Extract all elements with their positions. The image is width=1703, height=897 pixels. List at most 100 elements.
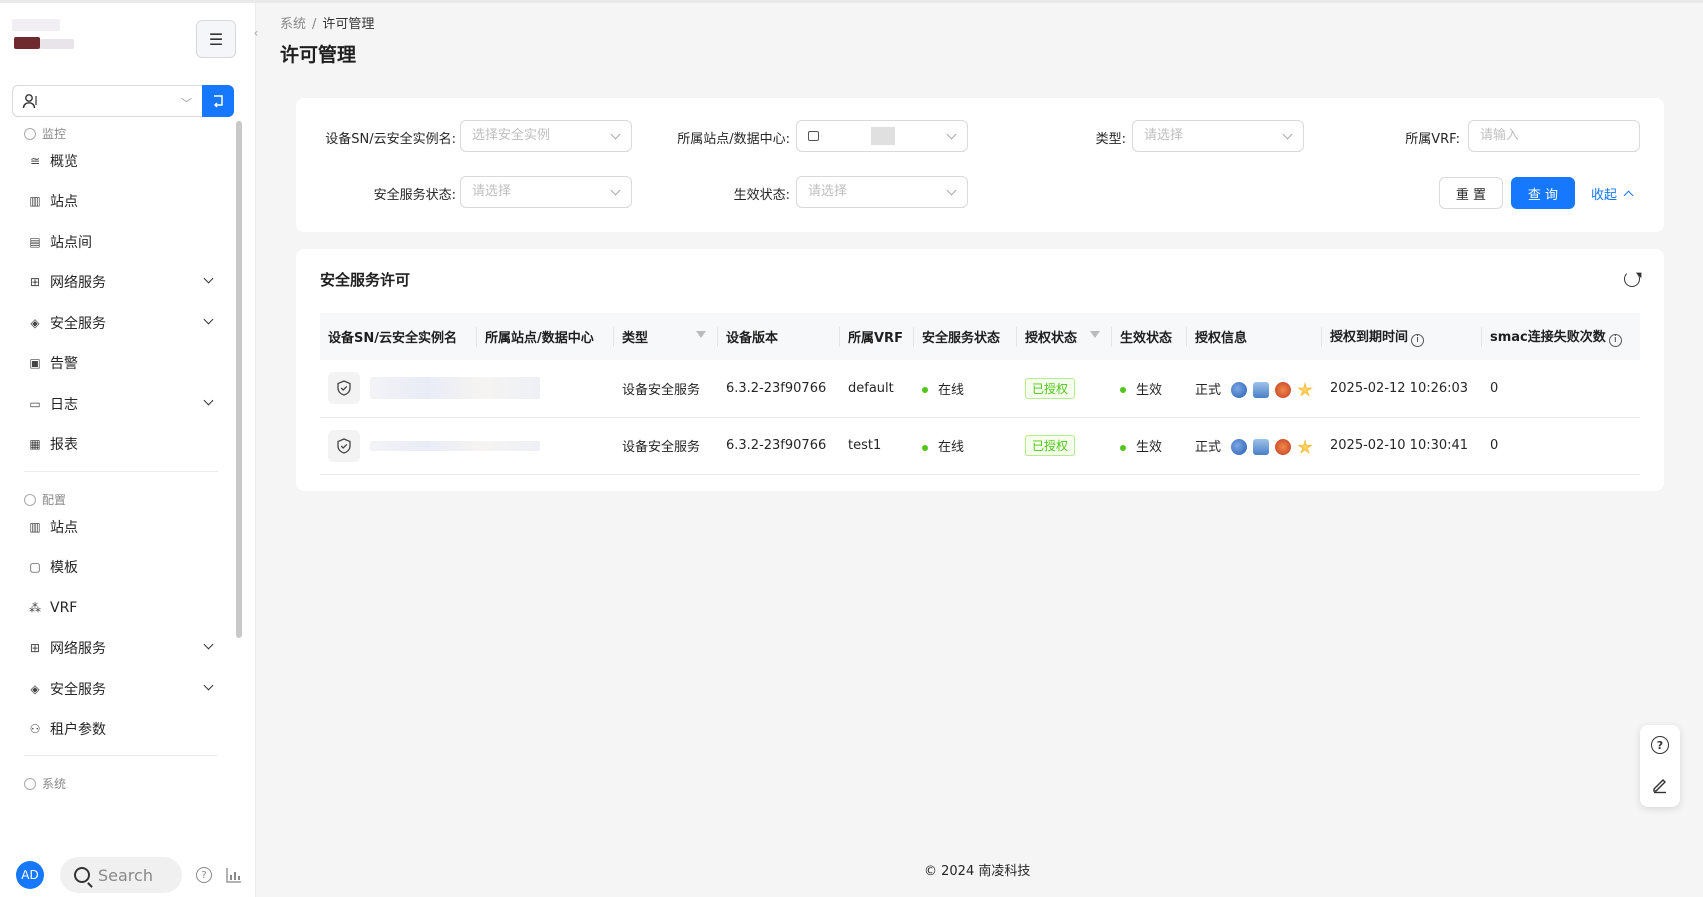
col-version: 设备版本 <box>718 313 840 360</box>
license-table: 设备SN/云安全实例名 所属站点/数据中心 类型 设备版本 所属VRF 安全服务… <box>320 313 1640 475</box>
user-icon <box>22 94 37 109</box>
chevron-down-icon <box>203 680 214 691</box>
sidebar-item-security-service[interactable]: ◈ 安全服务 <box>28 305 218 341</box>
filter-icon[interactable] <box>696 331 706 338</box>
sidebar-item-config-site[interactable]: ▥ 站点 <box>28 509 218 545</box>
chevron-down-icon <box>203 395 214 406</box>
sidebar-item-config-network-service[interactable]: ⊞ 网络服务 <box>28 630 218 666</box>
license-virus-icon <box>1275 439 1292 456</box>
status-dot <box>922 444 928 451</box>
help-icon[interactable]: ? <box>1651 736 1669 754</box>
sidebar-item-overview[interactable]: ≅ 概览 <box>28 143 218 179</box>
footer-copyright: © 2024 南凌科技 <box>924 864 1031 879</box>
sidebar-item-report[interactable]: ▦ 报表 <box>28 426 218 462</box>
lock-icon <box>808 130 819 141</box>
scrollbar-thumb[interactable] <box>236 121 242 638</box>
cell-expire: 2025-02-10 10:30:41 <box>1322 417 1482 475</box>
chevron-down-icon <box>946 129 957 140</box>
security-service-icon: ◈ <box>30 316 40 330</box>
template-icon: ▢ <box>29 560 41 574</box>
col-effect-status: 生效状态 <box>1112 313 1187 360</box>
reset-button[interactable]: 重 置 <box>1439 177 1503 209</box>
status-badge: 已授权 <box>1025 435 1076 456</box>
cell-sn-site <box>320 417 614 475</box>
license-mail-icon <box>1253 382 1270 398</box>
cell-effect-status: 生效 <box>1112 360 1187 418</box>
cell-auth-status: 已授权 <box>1017 417 1112 475</box>
chevron-down-icon <box>610 185 621 196</box>
query-button[interactable]: 查 询 <box>1511 177 1575 209</box>
status-badge: 已授权 <box>1025 377 1076 399</box>
tenant-select[interactable]: ﹀ <box>12 85 202 117</box>
vrf-icon: ⁂ <box>29 601 41 615</box>
sidebar-item-vrf[interactable]: ⁂ VRF <box>28 590 218 626</box>
chevron-down-icon <box>203 639 214 650</box>
sidebar-item-config-security-service[interactable]: ◈ 安全服务 <box>28 671 218 707</box>
menu-icon[interactable]: ☰ <box>196 20 236 58</box>
monitor-icon <box>24 127 36 140</box>
section-system: 系统 <box>24 775 66 792</box>
config-icon <box>24 493 36 506</box>
status-dot <box>1120 444 1126 451</box>
vrf-input[interactable]: 请输入 <box>1468 120 1640 152</box>
refresh-icon[interactable] <box>1624 271 1640 287</box>
chart-icon[interactable] <box>226 867 242 883</box>
site-icon: ▥ <box>29 520 41 534</box>
tenant-param-icon: ⚇ <box>29 722 41 736</box>
chevron-up-icon <box>1623 190 1634 200</box>
effect-status-label: 生效状态: <box>733 188 790 203</box>
site-select[interactable] <box>796 120 968 152</box>
chevron-down-icon <box>946 185 957 196</box>
license-star-icon <box>1297 382 1313 397</box>
cell-smac-fail: 0 <box>1482 417 1640 475</box>
service-status-select[interactable]: 请选择 <box>460 176 632 208</box>
search-icon <box>74 867 90 883</box>
breadcrumb-current: 许可管理 <box>322 17 375 32</box>
chevron-down-icon <box>203 273 214 284</box>
col-expire: 授权到期时间 i <box>1322 313 1482 360</box>
breadcrumb-parent[interactable]: 系统 <box>280 17 306 32</box>
sidebar-item-template[interactable]: ▢ 模板 <box>28 549 218 585</box>
avatar[interactable]: AD <box>16 861 44 889</box>
type-select[interactable]: 请选择 <box>1132 120 1304 152</box>
info-icon[interactable]: i <box>1411 334 1425 347</box>
security-service-icon: ◈ <box>30 682 40 696</box>
report-icon: ▦ <box>29 437 41 451</box>
cell-vrf: test1 <box>840 417 914 475</box>
log-icon: ▭ <box>29 397 41 411</box>
table-row[interactable]: 设备安全服务 6.3.2-23f90766 default 在线 已授权 生效 … <box>320 360 1640 418</box>
edit-icon[interactable] <box>1651 776 1669 794</box>
shield-icon <box>328 372 360 405</box>
info-icon[interactable]: i <box>1608 334 1622 347</box>
cell-smac-fail: 0 <box>1482 360 1640 418</box>
sn-select[interactable]: 选择安全实例 <box>460 120 632 152</box>
sn-label: 设备SN/云安全实例名: <box>325 132 456 147</box>
effect-status-select[interactable]: 请选择 <box>796 176 968 208</box>
logo <box>12 17 152 57</box>
cell-service-status: 在线 <box>914 417 1017 475</box>
col-vrf: 所属VRF <box>840 313 914 360</box>
search-button[interactable]: Search <box>60 857 182 893</box>
col-site: 所属站点/数据中心 <box>477 313 614 360</box>
collapse-sidebar-icon[interactable]: ‹ <box>246 22 266 44</box>
sidebar-item-site[interactable]: ▥ 站点 <box>28 183 218 219</box>
breadcrumb-separator: / <box>312 17 317 32</box>
table-row[interactable]: 设备安全服务 6.3.2-23f90766 test1 在线 已授权 生效 正式… <box>320 417 1640 475</box>
sidebar-scrollbar[interactable] <box>236 121 244 851</box>
help-icon[interactable]: ? <box>196 867 212 883</box>
sidebar-footer: AD Search ? <box>0 853 256 897</box>
section-config: 配置 <box>24 491 66 508</box>
floating-tools: ? <box>1640 725 1680 807</box>
sidebar-item-alarm[interactable]: ▣ 告警 <box>28 345 218 381</box>
cell-version: 6.3.2-23f90766 <box>718 417 840 475</box>
sidebar-item-network-service[interactable]: ⊞ 网络服务 <box>28 264 218 300</box>
sidebar-item-tenant-param[interactable]: ⚇ 租户参数 <box>28 711 218 747</box>
sidebar-item-inter-site[interactable]: ▤ 站点间 <box>28 224 218 260</box>
collapse-filter-button[interactable]: 收起 <box>1591 177 1634 209</box>
inter-site-icon: ▤ <box>29 235 41 249</box>
sidebar-item-log[interactable]: ▭ 日志 <box>28 386 218 422</box>
filter-icon[interactable] <box>1090 331 1100 338</box>
site-value-redacted <box>871 126 895 145</box>
switch-tenant-button[interactable] <box>202 85 234 117</box>
license-star-icon <box>1297 439 1313 454</box>
